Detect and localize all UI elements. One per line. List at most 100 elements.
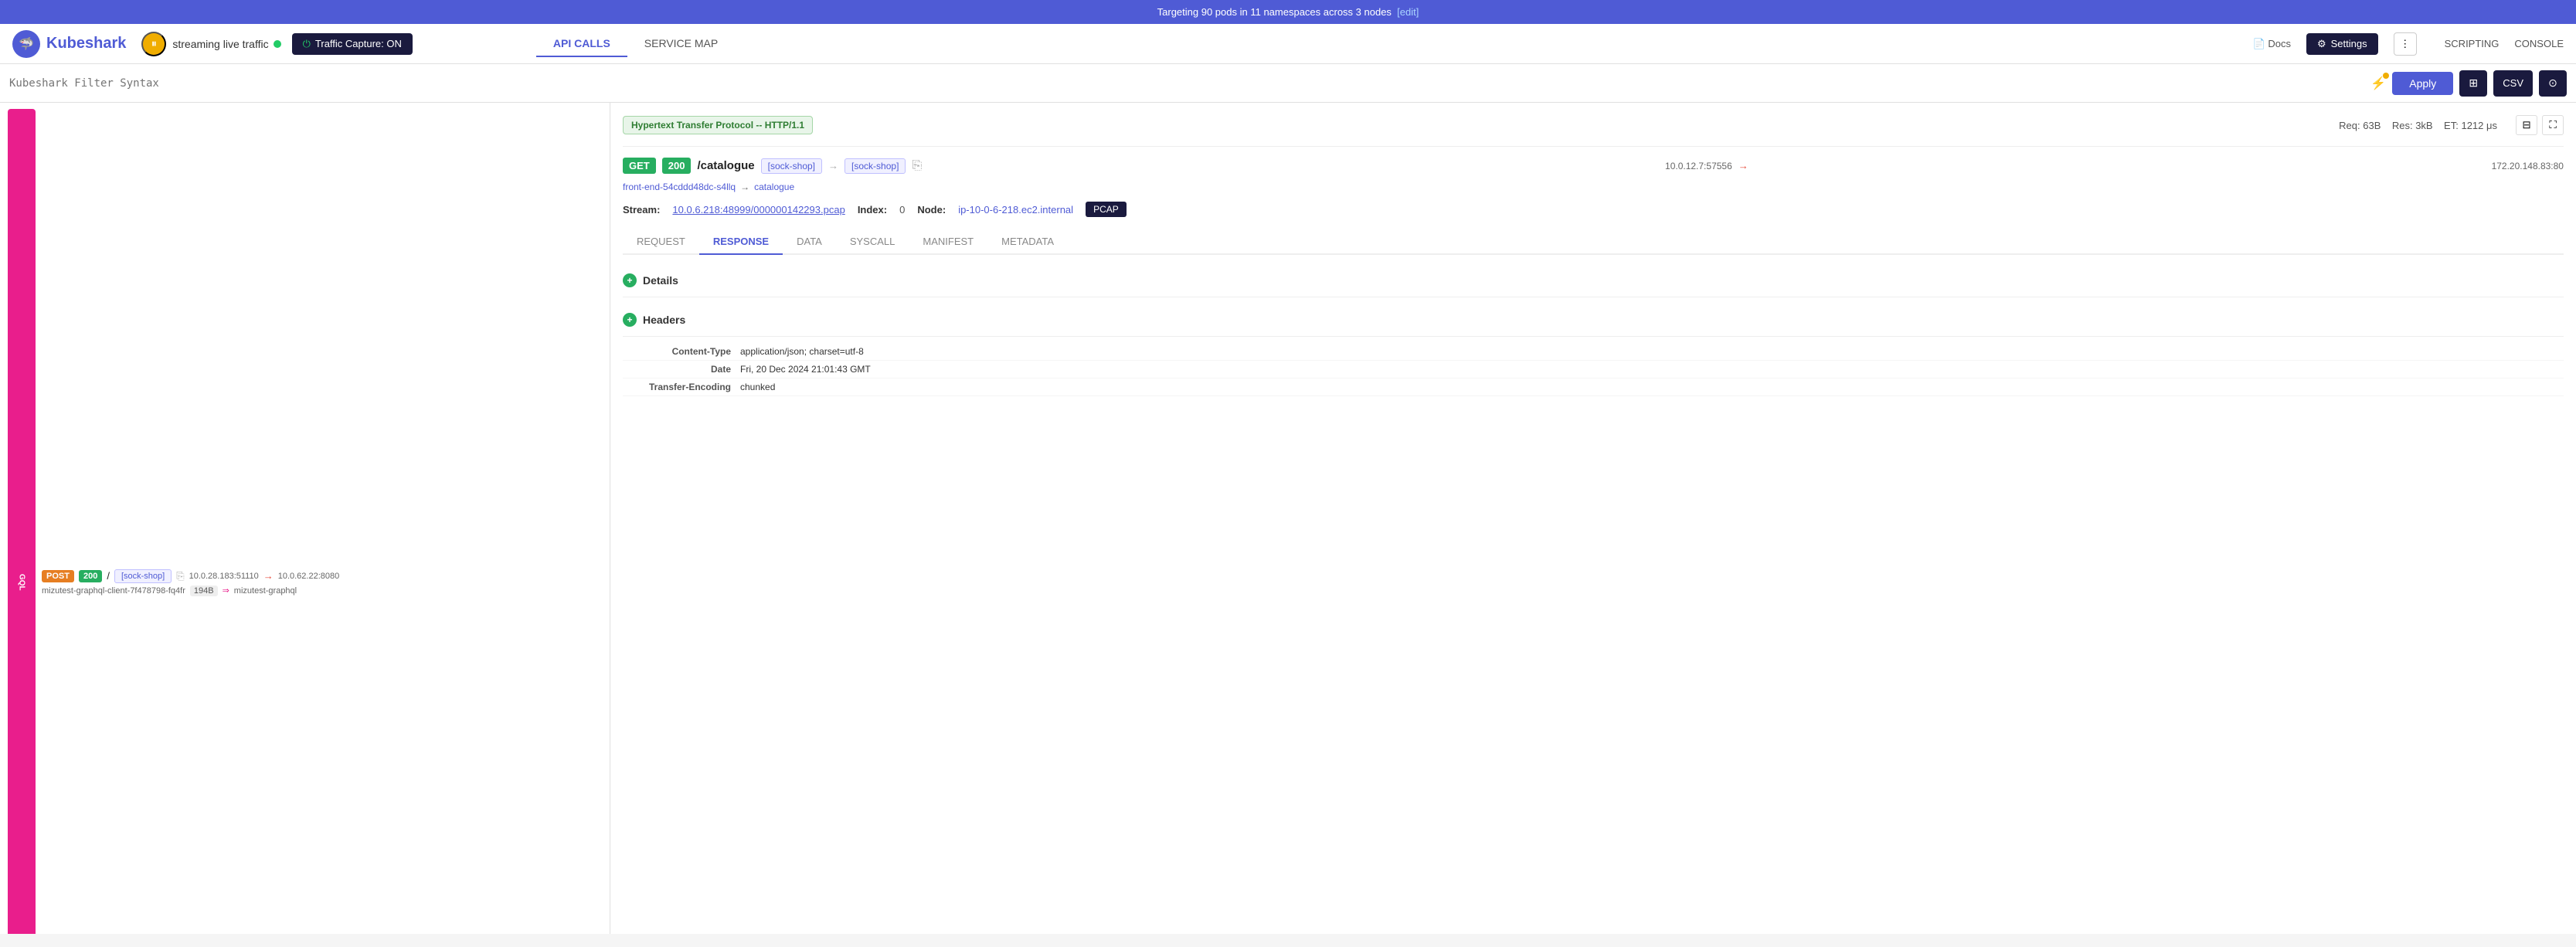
index-label: Index: [858, 204, 887, 216]
method-badge: POST [42, 570, 74, 582]
res-size: 3kB [2415, 120, 2432, 131]
node-value: ip-10-0-6-218.ec2.internal [958, 204, 1073, 216]
service-path-arrow: → [740, 182, 749, 192]
flow-arrow: ⇒ [223, 586, 229, 596]
tab-response[interactable]: RESPONSE [699, 229, 783, 255]
view-toggle-button[interactable]: ⊞ [2459, 70, 2487, 97]
details-toggle: + [623, 273, 637, 287]
http-status-badge: 200 [662, 158, 692, 174]
docs-link[interactable]: 📄 Docs [2253, 38, 2291, 50]
protocol-chip: Hypertext Transfer Protocol -- HTTP/1.1 [623, 116, 813, 134]
headers-toggle: + [623, 313, 637, 327]
service-path: front-end-54cddd48dc-s4llq → catalogue [623, 182, 2564, 192]
tab-request[interactable]: REQUEST [623, 229, 699, 255]
headers-block: Content-Type application/json; charset=u… [623, 343, 2564, 396]
header-key: Content-Type [623, 346, 731, 357]
pcap-button[interactable]: PCAP [1086, 202, 1127, 217]
filter-bar: ⚡ Apply ⊞ CSV ⊙ [0, 64, 2576, 103]
pause-button[interactable]: ⏸ [141, 32, 166, 56]
filter-badge [2383, 73, 2389, 79]
traffic-list: GQL POST 200 / [sock-shop] ⎘ 10.0.28.183… [0, 103, 610, 934]
detail-meta: Req: 63B Res: 3kB ET: 1212 μs [2339, 120, 2497, 131]
fullscreen-detail-button[interactable]: ⛶ [2542, 115, 2564, 135]
header-row: Transfer-Encoding chunked [623, 378, 2564, 396]
copy-detail-button[interactable]: ⎘ [912, 159, 922, 173]
filter-options-button[interactable]: ⚡ [2370, 76, 2386, 91]
node-label: Node: [917, 204, 946, 216]
status-badge: 200 [79, 570, 102, 582]
traffic-btn-label: Traffic Capture: ON [315, 38, 402, 49]
detail-tabs: REQUEST RESPONSE DATA SYSCALL MANIFEST M… [623, 229, 2564, 255]
header-val: Fri, 20 Dec 2024 21:01:43 GMT [740, 364, 871, 375]
traffic-capture-button[interactable]: ⏻ Traffic Capture: ON [292, 33, 413, 55]
power-icon: ⏻ [303, 38, 311, 50]
header-row: Content-Type application/json; charset=u… [623, 343, 2564, 361]
fullscreen-button[interactable]: ⊙ [2539, 70, 2567, 97]
detail-panel: Hypertext Transfer Protocol -- HTTP/1.1 … [610, 103, 2576, 934]
detail-dst-ip: 172.20.148.83:80 [2492, 161, 2564, 171]
tab-manifest[interactable]: MANIFEST [909, 229, 987, 255]
header-key: Transfer-Encoding [623, 382, 731, 392]
details-section: + Details [623, 267, 2564, 297]
scripting-link[interactable]: SCRIPTING [2445, 38, 2500, 49]
headers-section: + Headers Content-Type application/json;… [623, 307, 2564, 396]
protocol-badge-gql: GQL [8, 109, 36, 934]
detail-path: /catalogue [697, 159, 754, 172]
detail-service-src: [sock-shop] [761, 158, 822, 174]
right-actions: 📄 Docs ⚙ Settings ⋮ SCRIPTING CONSOLE [2253, 32, 2564, 56]
bytes-out: 194B [190, 586, 218, 596]
stream-info: Stream: 10.0.6.218:48999/000000142293.pc… [623, 202, 2564, 217]
console-link[interactable]: CONSOLE [2514, 38, 2564, 49]
details-section-header[interactable]: + Details [623, 267, 2564, 294]
detail-arrow: → [1738, 160, 1748, 171]
expand-icons: ⊟ ⛶ [2516, 115, 2564, 135]
dest-label: mizutest-graphql [234, 586, 297, 596]
row-main: POST 200 / [sock-shop] ⎘ 10.0.28.183:511… [42, 569, 602, 596]
detail-service-dst: [sock-shop] [845, 158, 906, 174]
service-arrow: → [828, 160, 838, 171]
filter-input[interactable] [9, 77, 2364, 90]
logo-name: Kubeshark [46, 35, 126, 53]
src-service-name: front-end-54cddd48dc-s4llq [623, 182, 736, 192]
streaming-label: streaming live traffic [172, 38, 268, 50]
apply-button[interactable]: Apply [2392, 72, 2453, 95]
tab-service-map[interactable]: SERVICE MAP [627, 31, 735, 57]
settings-button[interactable]: ⚙ Settings [2306, 33, 2378, 55]
detail-src-ip: 10.0.12.7:57556 [1665, 161, 1732, 171]
banner-edit-link[interactable]: [edit] [1397, 6, 1419, 18]
nav-tabs: API CALLS SERVICE MAP [536, 31, 735, 57]
tab-syscall[interactable]: SYSCALL [836, 229, 909, 255]
headers-section-header[interactable]: + Headers [623, 307, 2564, 333]
dst-service-name: catalogue [754, 182, 794, 192]
traffic-row[interactable]: GQL POST 200 / [sock-shop] ⎘ 10.0.28.183… [0, 103, 610, 934]
http-method-badge: GET [623, 158, 656, 174]
source-label: mizutest-graphql-client-7f478798-fq4fr [42, 586, 185, 596]
stream-label: Stream: [623, 204, 660, 216]
split-view-button[interactable]: ⊟ [2516, 115, 2537, 135]
dst-ip: 10.0.62.22:8080 [278, 572, 340, 581]
banner-text: Targeting 90 pods in 11 namespaces acros… [1157, 6, 1392, 18]
request-line: GET 200 /catalogue [sock-shop] → [sock-s… [623, 158, 2564, 174]
tab-api-calls[interactable]: API CALLS [536, 31, 627, 57]
service-tag: [sock-shop] [114, 569, 172, 583]
targeting-banner: Targeting 90 pods in 11 namespaces acros… [0, 0, 2576, 24]
tab-metadata[interactable]: METADATA [987, 229, 1068, 255]
headers-title: Headers [643, 314, 685, 326]
live-indicator [274, 40, 281, 48]
csv-export-button[interactable]: CSV [2493, 70, 2533, 97]
req-label: Req: [2339, 120, 2360, 131]
src-ip: 10.0.28.183:51110 [189, 572, 259, 581]
copy-button[interactable]: ⎘ [176, 570, 184, 582]
header-val: application/json; charset=utf-8 [740, 346, 864, 357]
row-top: POST 200 / [sock-shop] ⎘ 10.0.28.183:511… [42, 569, 602, 583]
header-val: chunked [740, 382, 775, 392]
more-button[interactable]: ⋮ [2394, 32, 2417, 56]
stream-link[interactable]: 10.0.6.218:48999/000000142293.pcap [672, 204, 845, 216]
detail-header: Hypertext Transfer Protocol -- HTTP/1.1 … [623, 115, 2564, 147]
tab-data[interactable]: DATA [783, 229, 836, 255]
details-title: Details [643, 274, 678, 287]
index-value: 0 [899, 204, 905, 216]
main-content: GQL POST 200 / [sock-shop] ⎘ 10.0.28.183… [0, 103, 2576, 934]
res-label: Res: [2392, 120, 2413, 131]
row-bottom: mizutest-graphql-client-7f478798-fq4fr 1… [42, 586, 602, 596]
